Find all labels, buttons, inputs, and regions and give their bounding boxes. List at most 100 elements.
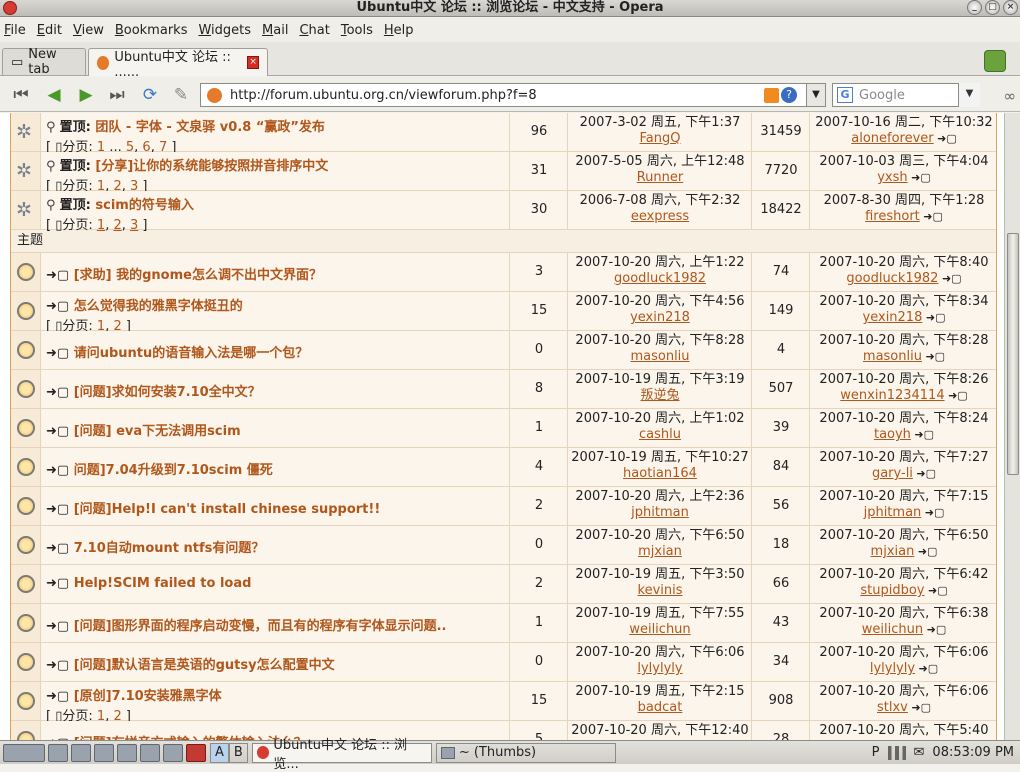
new-post-icon[interactable]: ➜▢ (46, 502, 74, 517)
menu-item-file[interactable]: File (4, 23, 26, 38)
last-post-user-link[interactable]: yexin218 (863, 310, 923, 325)
topic-link[interactable]: [问题]Help!I can't install chinese support… (74, 502, 381, 517)
window-titlebar[interactable]: Ubuntu中文 论坛 :: 浏览论坛 - 中文支持 - Opera _ □ × (0, 0, 1020, 17)
author-link[interactable]: goodluck1982 (569, 271, 751, 287)
minimize-button[interactable]: _ (967, 0, 982, 15)
new-post-icon[interactable]: ➜▢ (46, 385, 74, 400)
goto-last-post-icon[interactable]: ➜▢ (908, 701, 931, 714)
goto-last-post-icon[interactable]: ➜▢ (922, 350, 945, 363)
new-tab-button[interactable]: ▭ New tab (2, 47, 86, 77)
author-link[interactable]: mjxian (569, 544, 751, 560)
page-link[interactable]: 1 (97, 218, 105, 233)
goto-last-post-icon[interactable]: ➜▢ (915, 662, 939, 675)
menu-item-edit[interactable]: Edit (37, 23, 62, 38)
address-bar[interactable]: http://forum.ubuntu.org.cn/viewforum.php… (200, 83, 810, 107)
goto-last-post-icon[interactable]: ➜▢ (920, 210, 943, 223)
goto-last-post-icon[interactable]: ➜▢ (922, 311, 946, 324)
topic-link[interactable]: 请问ubuntu的语音输入法是哪一个包？ (74, 346, 309, 361)
forward-icon[interactable]: ▶ (75, 85, 97, 105)
new-post-icon[interactable]: ➜▢ (46, 576, 74, 591)
browser-icon[interactable] (140, 743, 160, 762)
author-link[interactable]: Runner (569, 170, 751, 186)
last-post-user-link[interactable]: mjxian (871, 544, 915, 559)
terminal-icon[interactable] (48, 743, 68, 762)
goto-last-post-icon[interactable]: ➜▢ (911, 428, 934, 441)
menu-item-chat[interactable]: Chat (299, 23, 329, 38)
vertical-scrollbar[interactable] (1004, 113, 1020, 740)
topic-link[interactable]: [问题]图形界面的程序启动变慢，而且有的程序有字体显示问题.. (74, 619, 447, 634)
goto-last-post-icon[interactable]: ➜▢ (945, 389, 968, 402)
author-link[interactable]: masonliu (569, 349, 751, 365)
new-post-icon[interactable]: ➜▢ (46, 658, 74, 673)
task-thumbs[interactable]: ~ (Thumbs) (435, 742, 616, 763)
tray-p-label[interactable]: P (872, 745, 880, 760)
author-link[interactable]: cashlu (569, 427, 751, 443)
new-post-icon[interactable]: ➜▢ (46, 346, 74, 361)
task-opera[interactable]: Ubuntu中文 论坛 :: 浏览... (251, 738, 432, 772)
fast-forward-icon[interactable]: ⏭ (106, 85, 128, 105)
topic-link[interactable]: [原创]7.10安装雅黑字体 (74, 689, 222, 704)
goto-last-post-icon[interactable]: ➜▢ (925, 584, 948, 597)
last-post-user-link[interactable]: weilichun (862, 622, 923, 637)
menu-item-mail[interactable]: Mail (262, 23, 288, 38)
last-post-user-link[interactable]: stupidboy (860, 583, 924, 598)
menu-item-bookmarks[interactable]: Bookmarks (115, 23, 188, 38)
menu-item-view[interactable]: View (73, 23, 104, 38)
back-icon[interactable]: ◀ (43, 85, 65, 105)
last-post-user-link[interactable]: goodluck1982 (846, 271, 938, 286)
goto-last-post-icon[interactable]: ➜▢ (921, 506, 945, 519)
new-post-icon[interactable]: ➜▢ (46, 463, 74, 478)
new-post-icon[interactable]: ➜▢ (46, 268, 74, 283)
last-post-user-link[interactable]: yxsh (877, 170, 907, 185)
glasses-icon[interactable]: ∞ (1004, 87, 1017, 105)
help-icon[interactable]: ? (781, 87, 797, 103)
menu-item-widgets[interactable]: Widgets (198, 23, 251, 38)
system-monitor-icon[interactable] (3, 743, 45, 762)
signal-icon[interactable] (887, 745, 906, 760)
last-post-user-link[interactable]: lylylyly (870, 661, 915, 676)
topic-link[interactable]: 怎么觉得我的雅黑字体挺丑的 (74, 299, 243, 314)
last-post-user-link[interactable]: gary-li (872, 466, 913, 481)
tab-close-icon[interactable]: × (247, 56, 259, 69)
reload-icon[interactable]: ⟳ (139, 85, 161, 105)
last-post-user-link[interactable]: wenxin1234114 (840, 388, 944, 403)
rewind-icon[interactable]: ⏮ (10, 85, 32, 105)
last-post-user-link[interactable]: masonliu (863, 349, 922, 364)
maximize-button[interactable]: □ (985, 0, 1000, 15)
images-icon[interactable] (163, 743, 183, 762)
new-post-icon[interactable]: ➜▢ (46, 299, 74, 314)
goto-last-post-icon[interactable]: ➜▢ (934, 132, 957, 145)
scrollbar-thumb[interactable] (1007, 233, 1019, 475)
author-link[interactable]: yexin218 (569, 310, 751, 326)
topic-link[interactable]: scim的符号输入 (95, 198, 193, 213)
edit-icon[interactable]: ✎ (170, 85, 192, 105)
mail-icon[interactable]: ✉ (914, 745, 925, 760)
page-link[interactable]: 2 (113, 218, 121, 233)
goto-last-post-icon[interactable]: ➜▢ (913, 467, 936, 480)
last-post-user-link[interactable]: fireshort (865, 209, 920, 224)
last-post-user-link[interactable]: taoyh (874, 427, 911, 442)
topic-link[interactable]: 问题]7.04升级到7.10scim 僵死 (74, 463, 273, 478)
last-post-user-link[interactable]: stlxv (877, 700, 908, 715)
settings-icon[interactable] (94, 743, 114, 762)
goto-last-post-icon[interactable]: ➜▢ (908, 171, 931, 184)
close-button[interactable]: × (1003, 0, 1018, 15)
goto-last-post-icon[interactable]: ➜▢ (938, 272, 962, 285)
topic-link[interactable]: [问题]默认语言是英语的gutsy怎么配置中文 (74, 658, 335, 673)
topic-link[interactable]: [分享]让你的系统能够按照拼音排序中文 (95, 159, 328, 174)
author-link[interactable]: kevinis (569, 583, 751, 599)
author-link[interactable]: eexpress (569, 209, 751, 225)
page-link[interactable]: 3 (130, 218, 138, 233)
address-dropdown-icon[interactable]: ▼ (806, 83, 826, 107)
opera-app-icon[interactable] (3, 1, 17, 15)
opera-icon[interactable] (186, 743, 206, 762)
topic-link[interactable]: [问题]求如何安装7.10全中文？ (74, 385, 261, 400)
topic-link[interactable]: 团队 - 字体 - 文泉驿 v0.8 “赢政”发布 (95, 120, 325, 135)
search-dropdown-icon[interactable]: ▼ (958, 83, 980, 107)
topic-link[interactable]: [求助] 我的gnome怎么调不出中文界面？ (74, 268, 322, 283)
workspace-a[interactable]: A (210, 742, 229, 763)
workspace-b[interactable]: B (228, 742, 248, 763)
author-link[interactable]: haotian164 (569, 466, 751, 482)
new-post-icon[interactable]: ➜▢ (46, 424, 74, 439)
network-icon[interactable] (117, 743, 137, 762)
